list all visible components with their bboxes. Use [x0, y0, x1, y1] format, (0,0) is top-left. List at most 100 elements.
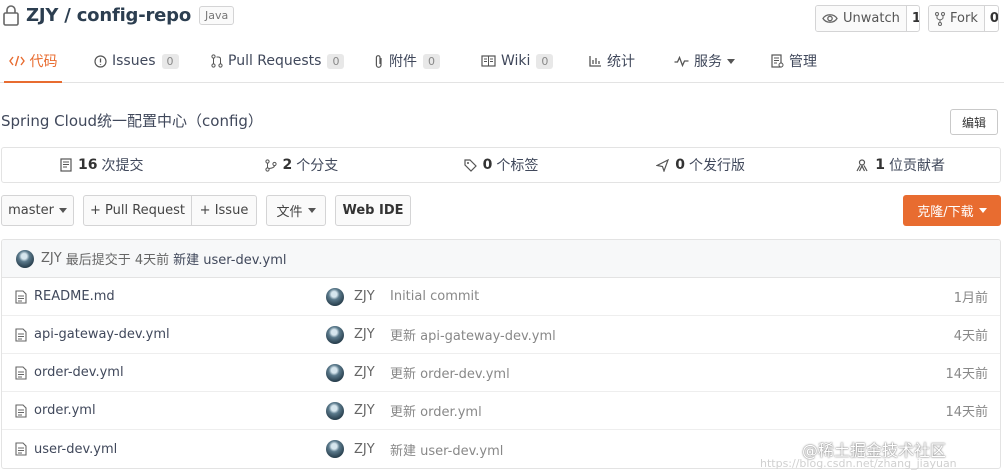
tab-code[interactable]: 代码: [4, 40, 62, 83]
commit-message[interactable]: Initial commit: [390, 289, 479, 304]
commit-author[interactable]: ZJY: [354, 289, 375, 304]
repo-description: Spring Cloud统一配置中心（config）: [1, 112, 263, 130]
commit-time: 4天前: [953, 329, 988, 344]
last-commit-author[interactable]: ZJY: [41, 251, 62, 266]
commit-message[interactable]: 更新 order.yml: [390, 401, 482, 420]
last-commit-message[interactable]: 新建 user-dev.yml: [173, 249, 286, 268]
release-icon: [656, 158, 670, 172]
avatar[interactable]: [326, 288, 344, 306]
tab-pull-requests[interactable]: Pull Requests 0: [211, 40, 345, 82]
commit-time: 1月前: [953, 291, 988, 306]
tags-count: 0: [482, 157, 493, 173]
tab-issues[interactable]: Issues 0: [94, 40, 179, 82]
file-icon: [15, 328, 27, 342]
branches-count: 2: [282, 157, 293, 173]
stat-tags[interactable]: 0 个标签: [401, 148, 601, 182]
table-row[interactable]: api-gateway-dev.yml ZJY 更新 api-gateway-d…: [2, 316, 1000, 354]
attachments-count-badge: 0: [423, 53, 440, 69]
last-commit-time: 最后提交于 4天前: [65, 253, 170, 268]
chevron-down-icon: [307, 208, 316, 213]
stat-contributors[interactable]: 1 位贡献者: [800, 148, 1000, 182]
lock-icon: [3, 5, 19, 26]
fork-button[interactable]: Fork 0: [928, 5, 999, 32]
pull-requests-count-badge: 0: [327, 53, 345, 69]
avatar[interactable]: [326, 440, 344, 458]
releases-count: 0: [675, 157, 685, 173]
branch-select-label: master: [8, 203, 54, 218]
book-icon: [481, 55, 496, 67]
commit-message[interactable]: 新建 user-dev.yml: [390, 440, 503, 459]
unwatch-label: Unwatch: [843, 11, 900, 26]
file-icon: [15, 442, 27, 456]
last-commit-bar: ZJY 最后提交于 4天前 新建 user-dev.yml: [2, 240, 1000, 278]
tab-manage[interactable]: 管理: [771, 40, 817, 82]
pulse-icon: [674, 55, 689, 67]
fork-count[interactable]: 0: [983, 6, 998, 31]
file-menu-label: 文件: [276, 205, 303, 220]
clone-download-label: 克隆/下载: [917, 205, 974, 220]
repo-stats-bar: 16 次提交 2 个分支 0 个标签 0 个发行版 1 位贡献者: [1, 147, 1001, 183]
avatar[interactable]: [326, 402, 344, 420]
tab-services[interactable]: 服务: [674, 40, 735, 82]
watermark-url: https://blog.csdn.net/zhang_jiayuan: [760, 457, 957, 470]
clone-download-button[interactable]: 克隆/下载: [903, 195, 1001, 226]
contributors-icon: [856, 158, 868, 171]
avatar[interactable]: [326, 326, 344, 344]
edit-description-button[interactable]: 编辑: [950, 109, 998, 135]
stat-branches[interactable]: 2 个分支: [202, 148, 402, 182]
commit-message[interactable]: 更新 order-dev.yml: [390, 363, 510, 382]
table-row[interactable]: order.yml ZJY 更新 order.yml 14天前: [2, 392, 1000, 430]
commits-count: 16: [78, 157, 98, 173]
commit-author[interactable]: ZJY: [354, 365, 375, 380]
new-pull-request-button[interactable]: + Pull Request: [83, 195, 192, 226]
file-name[interactable]: api-gateway-dev.yml: [34, 327, 170, 342]
pull-request-icon: [211, 54, 223, 68]
web-ide-button[interactable]: Web IDE: [335, 195, 411, 226]
avatar[interactable]: [326, 364, 344, 382]
table-row[interactable]: README.md ZJY Initial commit 1月前: [2, 278, 1000, 316]
table-row[interactable]: order-dev.yml ZJY 更新 order-dev.yml 14天前: [2, 354, 1000, 392]
chevron-down-icon: [58, 208, 67, 213]
file-icon: [15, 366, 27, 380]
tags-label: 个标签: [496, 158, 539, 174]
file-name[interactable]: user-dev.yml: [34, 442, 117, 457]
fork-label: Fork: [950, 11, 978, 26]
language-tag[interactable]: Java: [199, 5, 235, 25]
commit-author[interactable]: ZJY: [354, 403, 375, 418]
commit-time: 14天前: [945, 367, 988, 382]
issues-count-badge: 0: [161, 53, 179, 69]
file-name[interactable]: order.yml: [34, 403, 96, 418]
branch-select[interactable]: master: [1, 195, 74, 226]
chevron-down-icon: [727, 58, 735, 64]
commit-message[interactable]: 更新 api-gateway-dev.yml: [390, 325, 556, 344]
tab-wiki-label: Wiki: [501, 53, 531, 69]
tab-attachments-label: 附件: [389, 54, 417, 70]
eye-icon: [822, 14, 838, 23]
tab-attachments[interactable]: 附件 0: [374, 40, 440, 82]
code-icon: [8, 55, 25, 66]
file-menu-button[interactable]: 文件: [266, 195, 326, 226]
tab-wiki[interactable]: Wiki 0: [481, 40, 554, 82]
repo-name[interactable]: ZJY / config-repo: [26, 5, 191, 26]
avatar[interactable]: [16, 249, 34, 268]
fork-icon: [935, 11, 945, 26]
file-name[interactable]: order-dev.yml: [34, 365, 124, 380]
tab-statistics[interactable]: 统计: [589, 40, 635, 82]
watch-count[interactable]: 1: [905, 6, 919, 31]
commit-author[interactable]: ZJY: [354, 442, 375, 457]
contributors-count: 1: [875, 157, 886, 173]
stat-releases[interactable]: 0 个发行版: [601, 148, 801, 182]
releases-label: 个发行版: [688, 158, 745, 174]
commit-time: 14天前: [945, 405, 988, 420]
contributors-label: 位贡献者: [889, 158, 946, 174]
file-name[interactable]: README.md: [34, 289, 115, 304]
new-issue-button[interactable]: + Issue: [191, 195, 257, 226]
commit-icon: [60, 158, 72, 172]
bar-chart-icon: [589, 56, 601, 67]
unwatch-button[interactable]: Unwatch 1: [815, 5, 920, 32]
stat-commits[interactable]: 16 次提交: [2, 148, 202, 182]
issue-icon: [94, 54, 107, 68]
commit-author[interactable]: ZJY: [354, 327, 375, 342]
tag-icon: [464, 158, 477, 172]
tab-manage-label: 管理: [789, 54, 817, 70]
